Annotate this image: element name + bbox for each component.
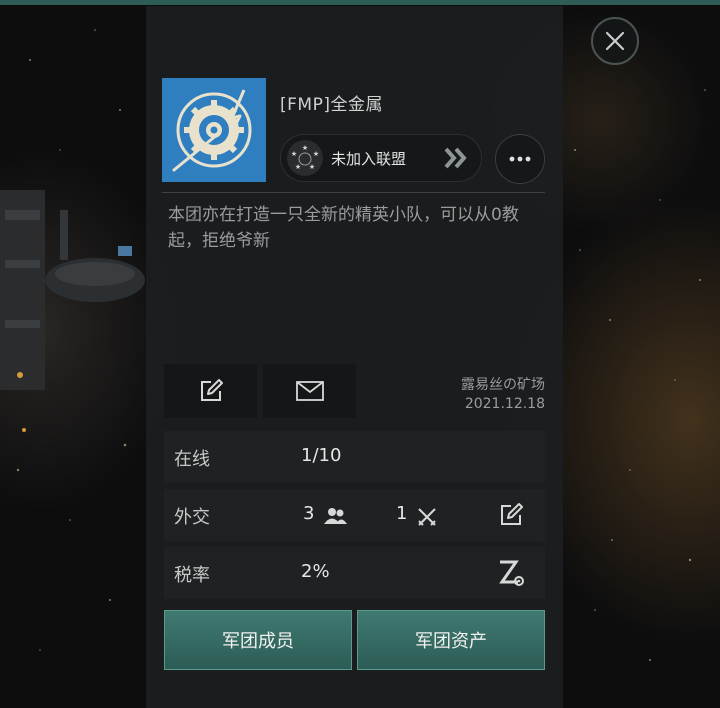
enemies-count: 1: [396, 503, 408, 524]
alliance-stars-icon: ★ ★ ★ ★ ★: [287, 140, 323, 176]
crossed-swords-icon: [418, 508, 436, 526]
stat-row-online: 在线 1/10: [164, 431, 545, 483]
edit-diplomacy-button[interactable]: [494, 499, 528, 531]
header-divider: [162, 192, 545, 193]
pencil-edit-icon: [200, 379, 223, 401]
tax-z-gear-icon: [499, 560, 524, 586]
corporation-name: [FMP]全金属: [280, 95, 383, 115]
double-chevron-right-icon: [444, 147, 467, 169]
gear-emblem-icon: [172, 89, 252, 172]
svg-text:★: ★: [309, 163, 315, 171]
svg-text:★: ★: [302, 144, 308, 152]
alliance-button[interactable]: ★ ★ ★ ★ ★ 未加入联盟: [280, 134, 482, 182]
tax-label: 税率: [174, 565, 210, 586]
location-name: 露易丝の矿场: [461, 377, 545, 393]
envelope-icon: [295, 381, 324, 401]
svg-text:★: ★: [313, 150, 319, 158]
svg-text:★: ★: [291, 150, 297, 158]
online-label: 在线: [174, 449, 210, 470]
close-icon: [605, 31, 625, 51]
corporation-info-panel: [FMP]全金属 ★ ★ ★ ★ ★ 未加入联盟 本团亦在打造一只全新的精英小队，可以…: [146, 6, 563, 708]
corporation-description: 本团亦在打造一只全新的精英小队，可以从0教起，拒绝爷新: [168, 205, 519, 251]
online-value: 1/10: [301, 445, 342, 466]
corporation-assets-button[interactable]: 军团资产: [357, 610, 545, 670]
tax-value: 2%: [301, 561, 330, 582]
corporation-stats: 在线 1/10 外交 3 1 税率 2%: [164, 431, 545, 599]
founded-date: 2021.12.18: [464, 396, 545, 412]
more-dots-icon: [509, 156, 531, 162]
headquarters-location: 露易丝の矿场 2021.12.18: [461, 376, 545, 414]
friends-people-icon: [324, 508, 347, 524]
alliance-label: 未加入联盟: [331, 149, 407, 168]
stat-row-tax: 税率 2%: [164, 547, 545, 599]
corporation-logo: [162, 78, 266, 182]
top-accent-strip: [0, 0, 720, 5]
tax-settings-button[interactable]: [494, 555, 528, 591]
stat-row-diplomacy: 外交 3 1: [164, 489, 545, 541]
pencil-edit-icon: [501, 503, 523, 525]
space-station-silhouette: [0, 190, 145, 432]
diplomacy-label: 外交: [174, 507, 210, 528]
send-mail-button[interactable]: [263, 364, 356, 418]
edit-description-button[interactable]: [164, 364, 257, 418]
close-button[interactable]: [591, 17, 639, 65]
corporation-members-button[interactable]: 军团成员: [164, 610, 352, 670]
svg-text:★: ★: [295, 163, 301, 171]
friends-count: 3: [303, 503, 315, 524]
more-options-button[interactable]: [495, 134, 545, 184]
